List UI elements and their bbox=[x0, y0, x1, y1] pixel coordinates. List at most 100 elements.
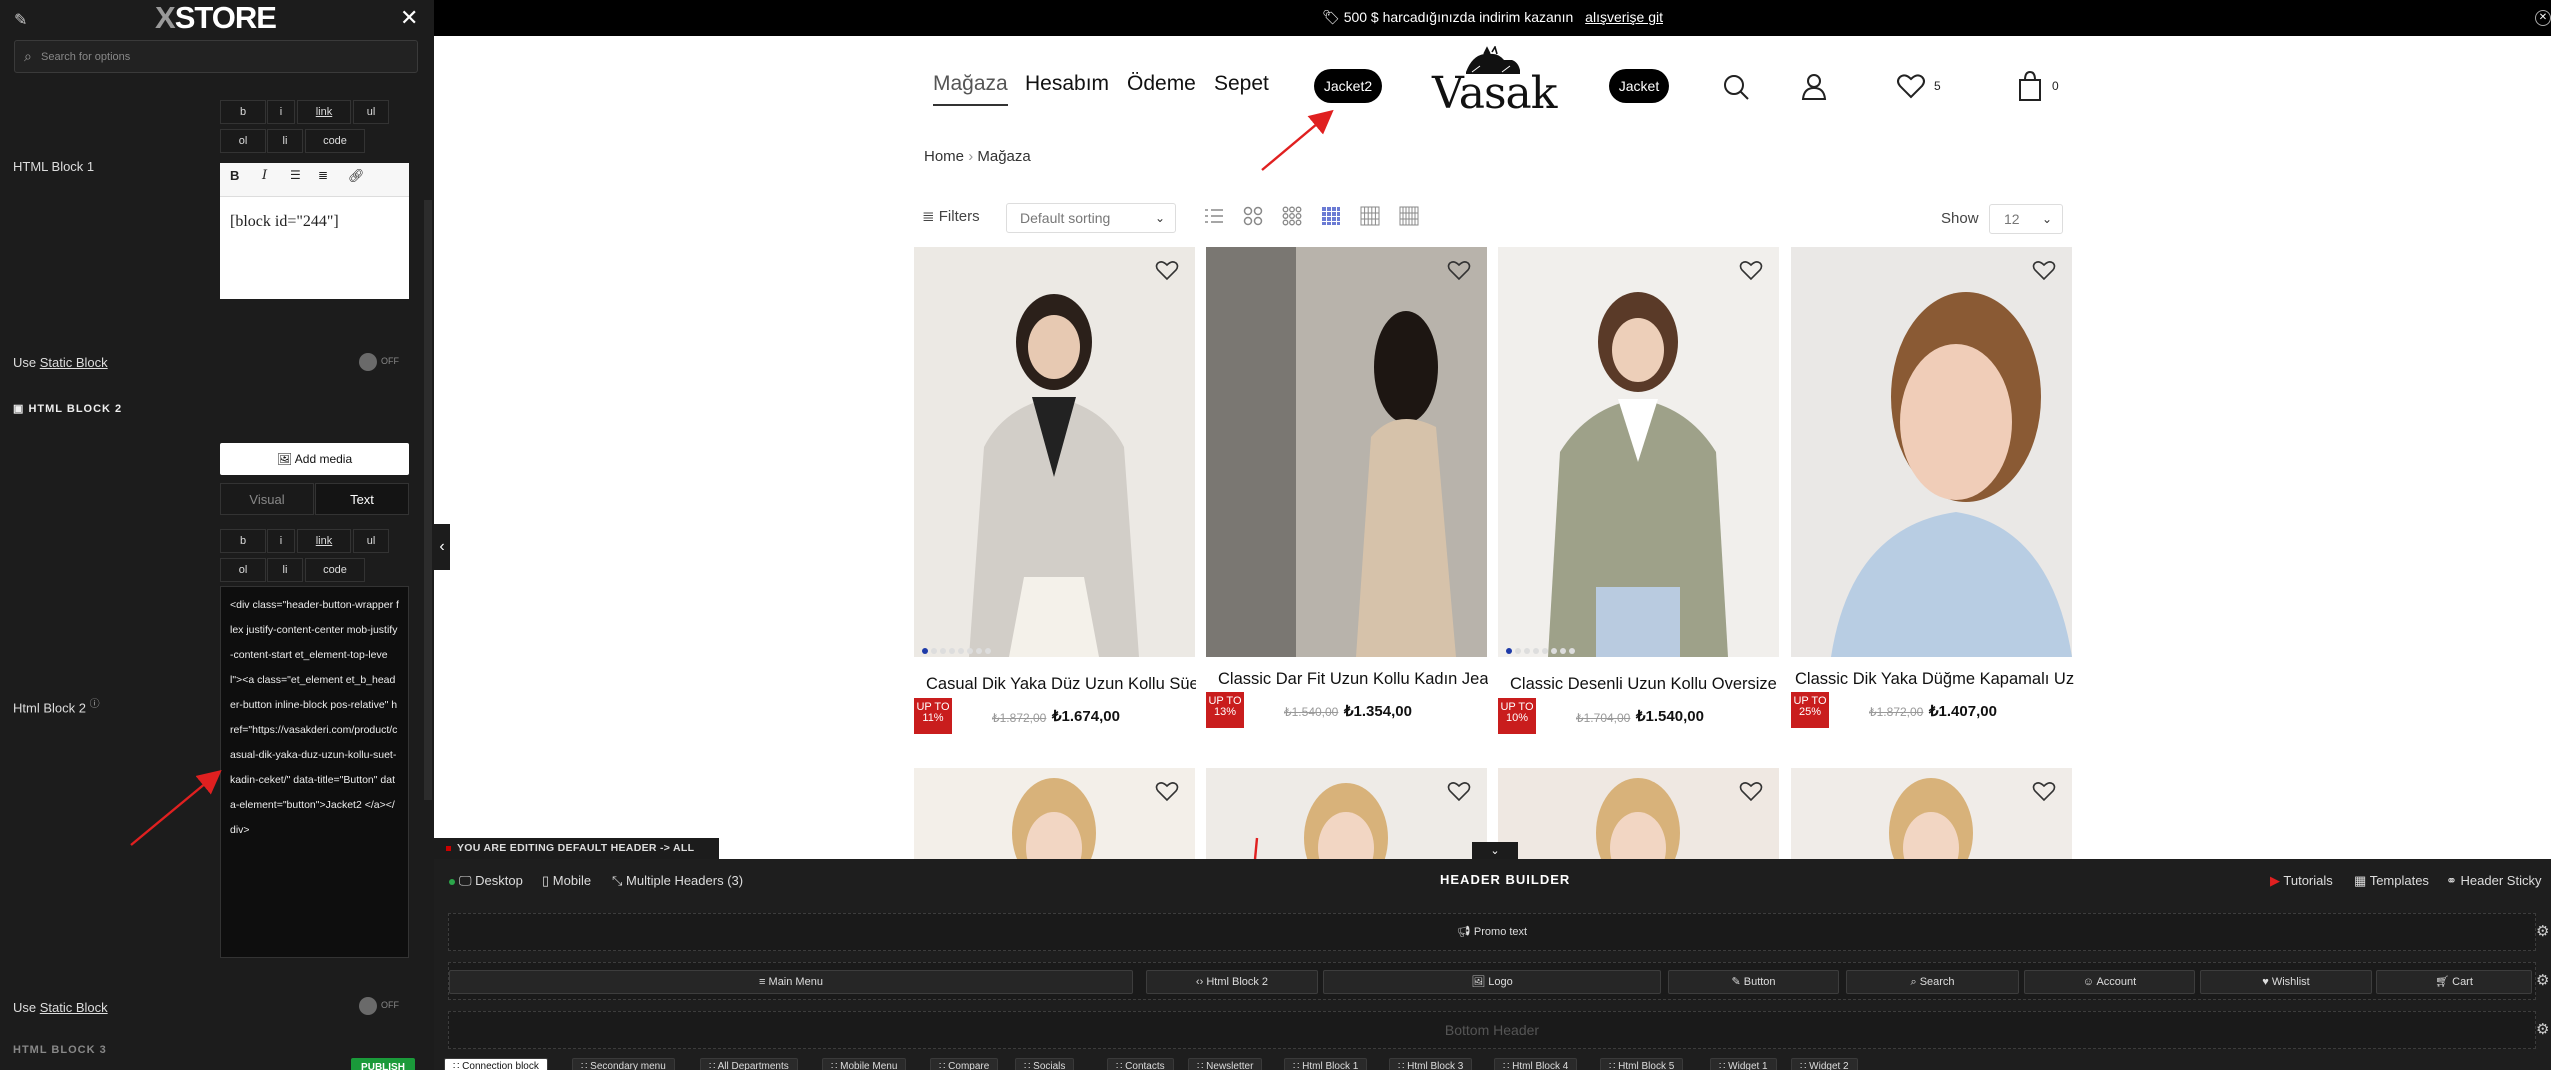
collapse-panel-button[interactable]: ‹ bbox=[434, 524, 450, 570]
dock-tab-mobile-menu[interactable]: ∷ Mobile Menu bbox=[822, 1058, 907, 1070]
image-dots[interactable] bbox=[922, 641, 994, 654]
desktop-tab[interactable]: 🖵︎ Desktop bbox=[449, 873, 523, 889]
dock-tab-html-block-1[interactable]: ∷ Html Block 1 bbox=[1284, 1058, 1368, 1070]
grid-3-icon[interactable] bbox=[1282, 206, 1302, 226]
tag-ul-1[interactable]: ul bbox=[353, 100, 389, 124]
templates-link[interactable]: ▦ Templates bbox=[2354, 873, 2429, 889]
product-image[interactable] bbox=[1206, 768, 1487, 870]
product-card-row2-4[interactable] bbox=[1791, 768, 2072, 870]
jacket-button[interactable]: Jacket bbox=[1609, 69, 1669, 103]
wishlist-heart-icon[interactable] bbox=[1447, 780, 1471, 802]
product-card-1[interactable] bbox=[914, 247, 1195, 657]
product-title-1[interactable]: Casual Dik Yaka Düz Uzun Kollu Süet bbox=[926, 675, 1196, 694]
panel-scrollbar[interactable] bbox=[424, 200, 432, 800]
product-card-row2-2[interactable] bbox=[1206, 768, 1487, 870]
product-image[interactable] bbox=[1498, 768, 1779, 870]
bold-icon[interactable]: B bbox=[230, 168, 239, 183]
wishlist-heart-icon[interactable] bbox=[2032, 259, 2056, 281]
wishlist-heart-icon[interactable] bbox=[1155, 780, 1179, 802]
html-block-2-code-editor[interactable]: <div class="header-button-wrapper flex j… bbox=[220, 586, 409, 958]
product-title-3[interactable]: Classic Desenli Uzun Kollu Oversize bbox=[1510, 675, 1780, 694]
promo-text-element[interactable]: 📢︎ Promo text bbox=[449, 921, 2535, 945]
brush-icon[interactable]: ✎ bbox=[14, 10, 27, 30]
row-main-gear-icon[interactable]: ⚙ bbox=[2536, 971, 2549, 989]
builder-element-button[interactable]: ✎ Button bbox=[1668, 970, 1839, 994]
dock-tab-socials[interactable]: ∷ Socials bbox=[1015, 1058, 1075, 1070]
italic-icon[interactable]: I bbox=[262, 168, 267, 183]
dock-tab-widget-1[interactable]: ∷ Widget 1 bbox=[1710, 1058, 1777, 1070]
tag-link-2[interactable]: link bbox=[297, 529, 351, 553]
wishlist-heart-icon[interactable] bbox=[1739, 780, 1763, 802]
wishlist-icon[interactable] bbox=[1896, 73, 1926, 99]
product-card-row2-3[interactable] bbox=[1498, 768, 1779, 870]
builder-element-account[interactable]: ☺ Account bbox=[2024, 970, 2195, 994]
promo-link[interactable]: alışverişe git bbox=[1585, 9, 1663, 25]
grid-4-icon[interactable] bbox=[1321, 206, 1341, 226]
static-block-link-2[interactable]: Static Block bbox=[40, 1000, 108, 1015]
static-block-link-1[interactable]: Static Block bbox=[40, 355, 108, 370]
dock-tab-html-block-5[interactable]: ∷ Html Block 5 bbox=[1600, 1058, 1684, 1070]
grid-2-icon[interactable] bbox=[1243, 206, 1263, 226]
dock-tab-html-block-3[interactable]: ∷ Html Block 3 bbox=[1389, 1058, 1473, 1070]
tag-b-2[interactable]: b bbox=[220, 529, 266, 553]
options-search-input[interactable] bbox=[41, 41, 411, 72]
product-card-3[interactable] bbox=[1498, 247, 1779, 657]
product-card-4[interactable] bbox=[1791, 247, 2072, 657]
vasak-logo[interactable]: Vasak bbox=[1432, 44, 1557, 119]
wishlist-heart-icon[interactable] bbox=[2032, 780, 2056, 802]
builder-element-wishlist[interactable]: ♥ Wishlist bbox=[2200, 970, 2372, 994]
static-block-toggle-2[interactable]: OFF bbox=[359, 996, 407, 1016]
dock-tab-widget-2[interactable]: ∷ Widget 2 bbox=[1791, 1058, 1858, 1070]
list-view-icon[interactable] bbox=[1204, 206, 1224, 226]
tag-code-2[interactable]: code bbox=[305, 558, 365, 582]
tag-ol-2[interactable]: ol bbox=[220, 558, 266, 582]
builder-element-html-block-2[interactable]: ‹› Html Block 2 bbox=[1146, 970, 1318, 994]
dock-tab-compare[interactable]: ∷ Compare bbox=[930, 1058, 999, 1070]
product-card-2[interactable] bbox=[1206, 247, 1487, 657]
row-bottom-gear-icon[interactable]: ⚙ bbox=[2536, 1020, 2549, 1038]
dock-tab-contacts[interactable]: ∷ Contacts bbox=[1107, 1058, 1174, 1070]
tag-ul-2[interactable]: ul bbox=[353, 529, 389, 553]
wishlist-heart-icon[interactable] bbox=[1447, 259, 1471, 281]
builder-element-logo[interactable]: 🖼︎ Logo bbox=[1323, 970, 1661, 994]
tag-link-1[interactable]: link bbox=[297, 100, 351, 124]
product-image[interactable] bbox=[914, 768, 1195, 870]
product-image[interactable] bbox=[1791, 247, 2072, 657]
builder-element-cart[interactable]: 🛒︎ Cart bbox=[2376, 970, 2532, 994]
publish-button[interactable]: PUBLISH bbox=[351, 1058, 415, 1070]
dock-tab-connection-block[interactable]: ∷ Connection block bbox=[444, 1058, 548, 1070]
close-icon[interactable]: ✕ bbox=[400, 5, 418, 31]
product-image[interactable] bbox=[1498, 247, 1779, 657]
cart-icon[interactable] bbox=[2017, 70, 2043, 102]
product-image[interactable] bbox=[914, 247, 1195, 657]
show-per-page-select[interactable]: 12 ⌄ bbox=[1989, 204, 2063, 234]
product-card-row2-1[interactable] bbox=[914, 768, 1195, 870]
tab-visual[interactable]: Visual bbox=[220, 483, 314, 515]
dock-tab-html-block-4[interactable]: ∷ Html Block 4 bbox=[1494, 1058, 1578, 1070]
html-block-1-editor[interactable]: B I ☰ ≣ 🔗︎ [block id="244"] bbox=[220, 163, 409, 299]
grid-5-icon[interactable] bbox=[1360, 206, 1380, 226]
add-media-button[interactable]: 🖼︎ Add media bbox=[220, 443, 409, 475]
section-html-block-2[interactable]: ▣ HTML BLOCK 2 bbox=[13, 402, 122, 415]
link-icon[interactable]: 🔗︎ bbox=[348, 168, 365, 184]
collapse-builder-button[interactable]: ⌄ bbox=[1472, 842, 1518, 860]
nav-sepet[interactable]: Sepet bbox=[1214, 72, 1269, 96]
product-image[interactable] bbox=[1791, 768, 2072, 870]
product-image[interactable] bbox=[1206, 247, 1487, 657]
builder-element-search[interactable]: ⌕ Search bbox=[1846, 970, 2019, 994]
numbered-list-icon[interactable]: ≣ bbox=[318, 168, 328, 182]
product-title-4[interactable]: Classic Dik Yaka Düğme Kapamalı Uzun bbox=[1795, 670, 2075, 689]
tag-i-1[interactable]: i bbox=[267, 100, 295, 124]
sorting-select[interactable]: Default sorting ⌄ bbox=[1006, 203, 1176, 233]
image-dots[interactable] bbox=[1506, 641, 1578, 654]
tag-b-1[interactable]: b bbox=[220, 100, 266, 124]
static-block-toggle-1[interactable]: OFF bbox=[359, 352, 407, 372]
dock-tab-newsletter[interactable]: ∷ Newsletter bbox=[1188, 1058, 1263, 1070]
tab-text[interactable]: Text bbox=[315, 483, 409, 515]
dock-tab-secondary-menu[interactable]: ∷ Secondary menu bbox=[572, 1058, 675, 1070]
info-icon[interactable]: ⓘ bbox=[90, 699, 100, 710]
breadcrumb-home[interactable]: Home bbox=[924, 148, 964, 165]
tag-code-1[interactable]: code bbox=[305, 129, 365, 153]
wishlist-heart-icon[interactable] bbox=[1155, 259, 1179, 281]
nav-hesabim[interactable]: Hesabım bbox=[1025, 72, 1109, 96]
